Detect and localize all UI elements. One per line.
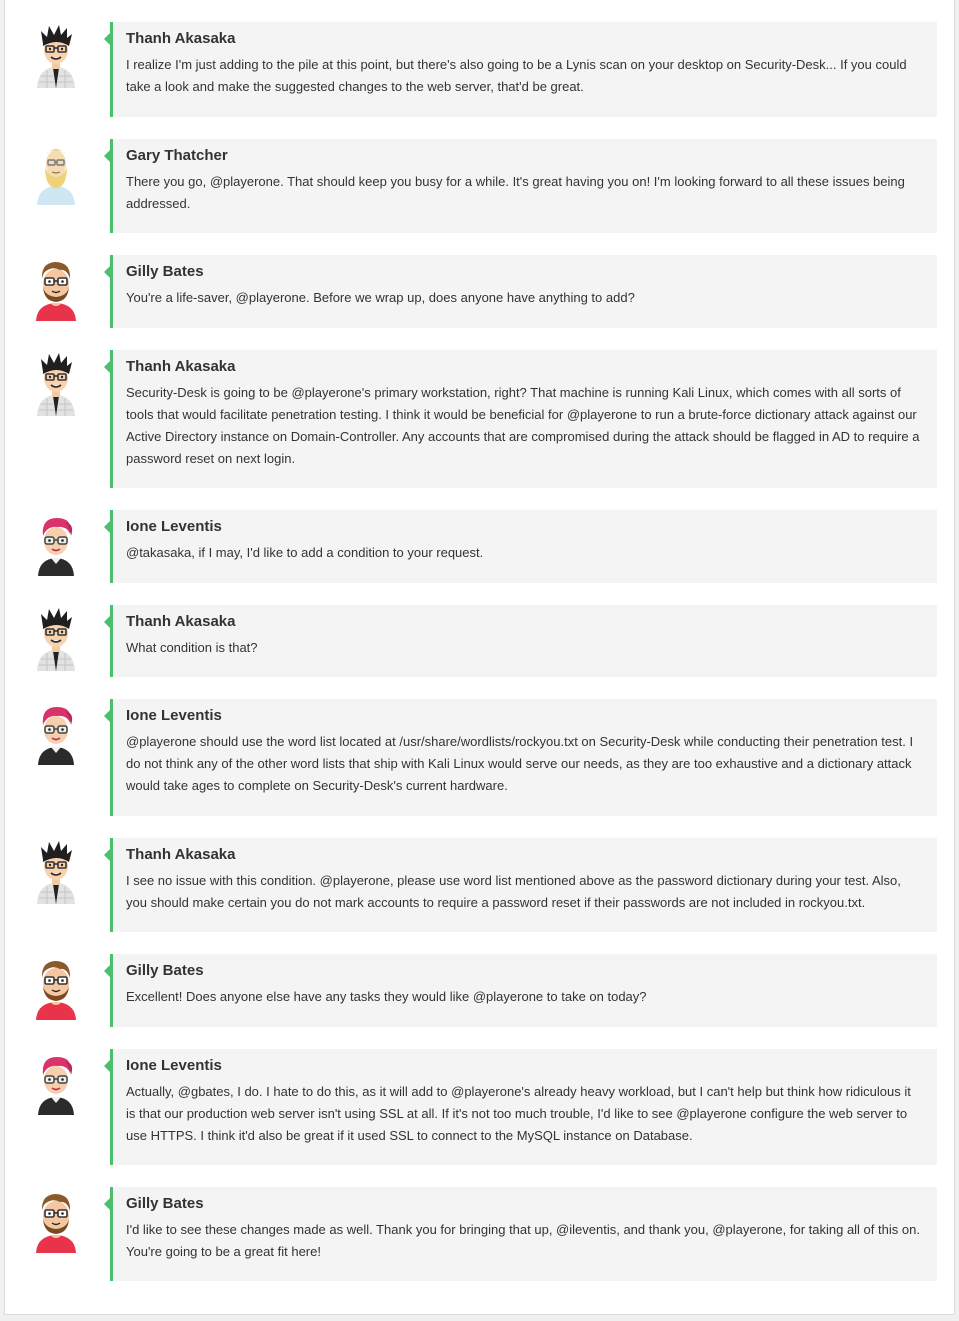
message-bubble: Gilly Bates You're a life-saver, @player… [104,255,937,328]
ione-leventis-avatar [27,512,85,576]
thanh-akasaka-avatar [27,24,85,88]
message-author: Ione Leventis [126,518,222,535]
message-bubble: Ione Leventis @playerone should use the … [104,699,937,816]
message-text: You're a life-saver, @playerone. Before … [126,290,635,305]
message-text: I see no issue with this condition. @pla… [126,873,901,910]
message-author: Gilly Bates [126,263,204,280]
message-author: Thanh Akasaka [126,30,236,47]
thanh-akasaka-avatar [27,352,85,416]
message-bubble: Ione Leventis Actually, @gbates, I do. I… [104,1049,937,1165]
message-text: @takasaka, if I may, I'd like to add a c… [126,545,484,560]
message-text: I'd like to see these changes made as we… [126,1222,920,1259]
thanh-akasaka-avatar [27,840,85,904]
gilly-bates-avatar [27,1189,85,1253]
chat-panel: Thanh Akasaka I realize I'm just adding … [4,0,955,1315]
ione-leventis-avatar [27,1051,85,1115]
message-author: Thanh Akasaka [126,613,236,630]
message-author: Gary Thatcher [126,147,228,164]
ione-leventis-avatar [27,701,85,765]
gilly-bates-avatar [27,956,85,1020]
thanh-akasaka-avatar [27,607,85,671]
message-text: Excellent! Does anyone else have any tas… [126,989,647,1004]
message-bubble: Gilly Bates I'd like to see these change… [104,1187,937,1281]
message-author: Gilly Bates [126,962,204,979]
message-author: Ione Leventis [126,1057,222,1074]
message-bubble: Gary Thatcher There you go, @playerone. … [104,139,937,233]
message-author: Gilly Bates [126,1195,204,1212]
message-bubble: Thanh Akasaka I see no issue with this c… [104,838,937,932]
message-text: @playerone should use the word list loca… [126,734,914,793]
message-bubble: Thanh Akasaka Security-Desk is going to … [104,350,937,488]
message-text: Security-Desk is going to be @playerone'… [126,385,920,466]
message-text: There you go, @playerone. That should ke… [126,174,905,211]
message-author: Thanh Akasaka [126,846,236,863]
message-bubble: Gilly Bates Excellent! Does anyone else … [104,954,937,1027]
gilly-bates-avatar [27,257,85,321]
message-text: What condition is that? [126,640,258,655]
message-text: Actually, @gbates, I do. I hate to do th… [126,1084,911,1143]
message-bubble: Ione Leventis @takasaka, if I may, I'd l… [104,510,937,583]
message-text: I realize I'm just adding to the pile at… [126,57,907,94]
message-author: Ione Leventis [126,707,222,724]
message-author: Thanh Akasaka [126,358,236,375]
message-bubble: Thanh Akasaka What condition is that? [104,605,937,677]
message-bubble: Thanh Akasaka I realize I'm just adding … [104,22,937,117]
gary-thatcher-avatar [27,141,85,205]
